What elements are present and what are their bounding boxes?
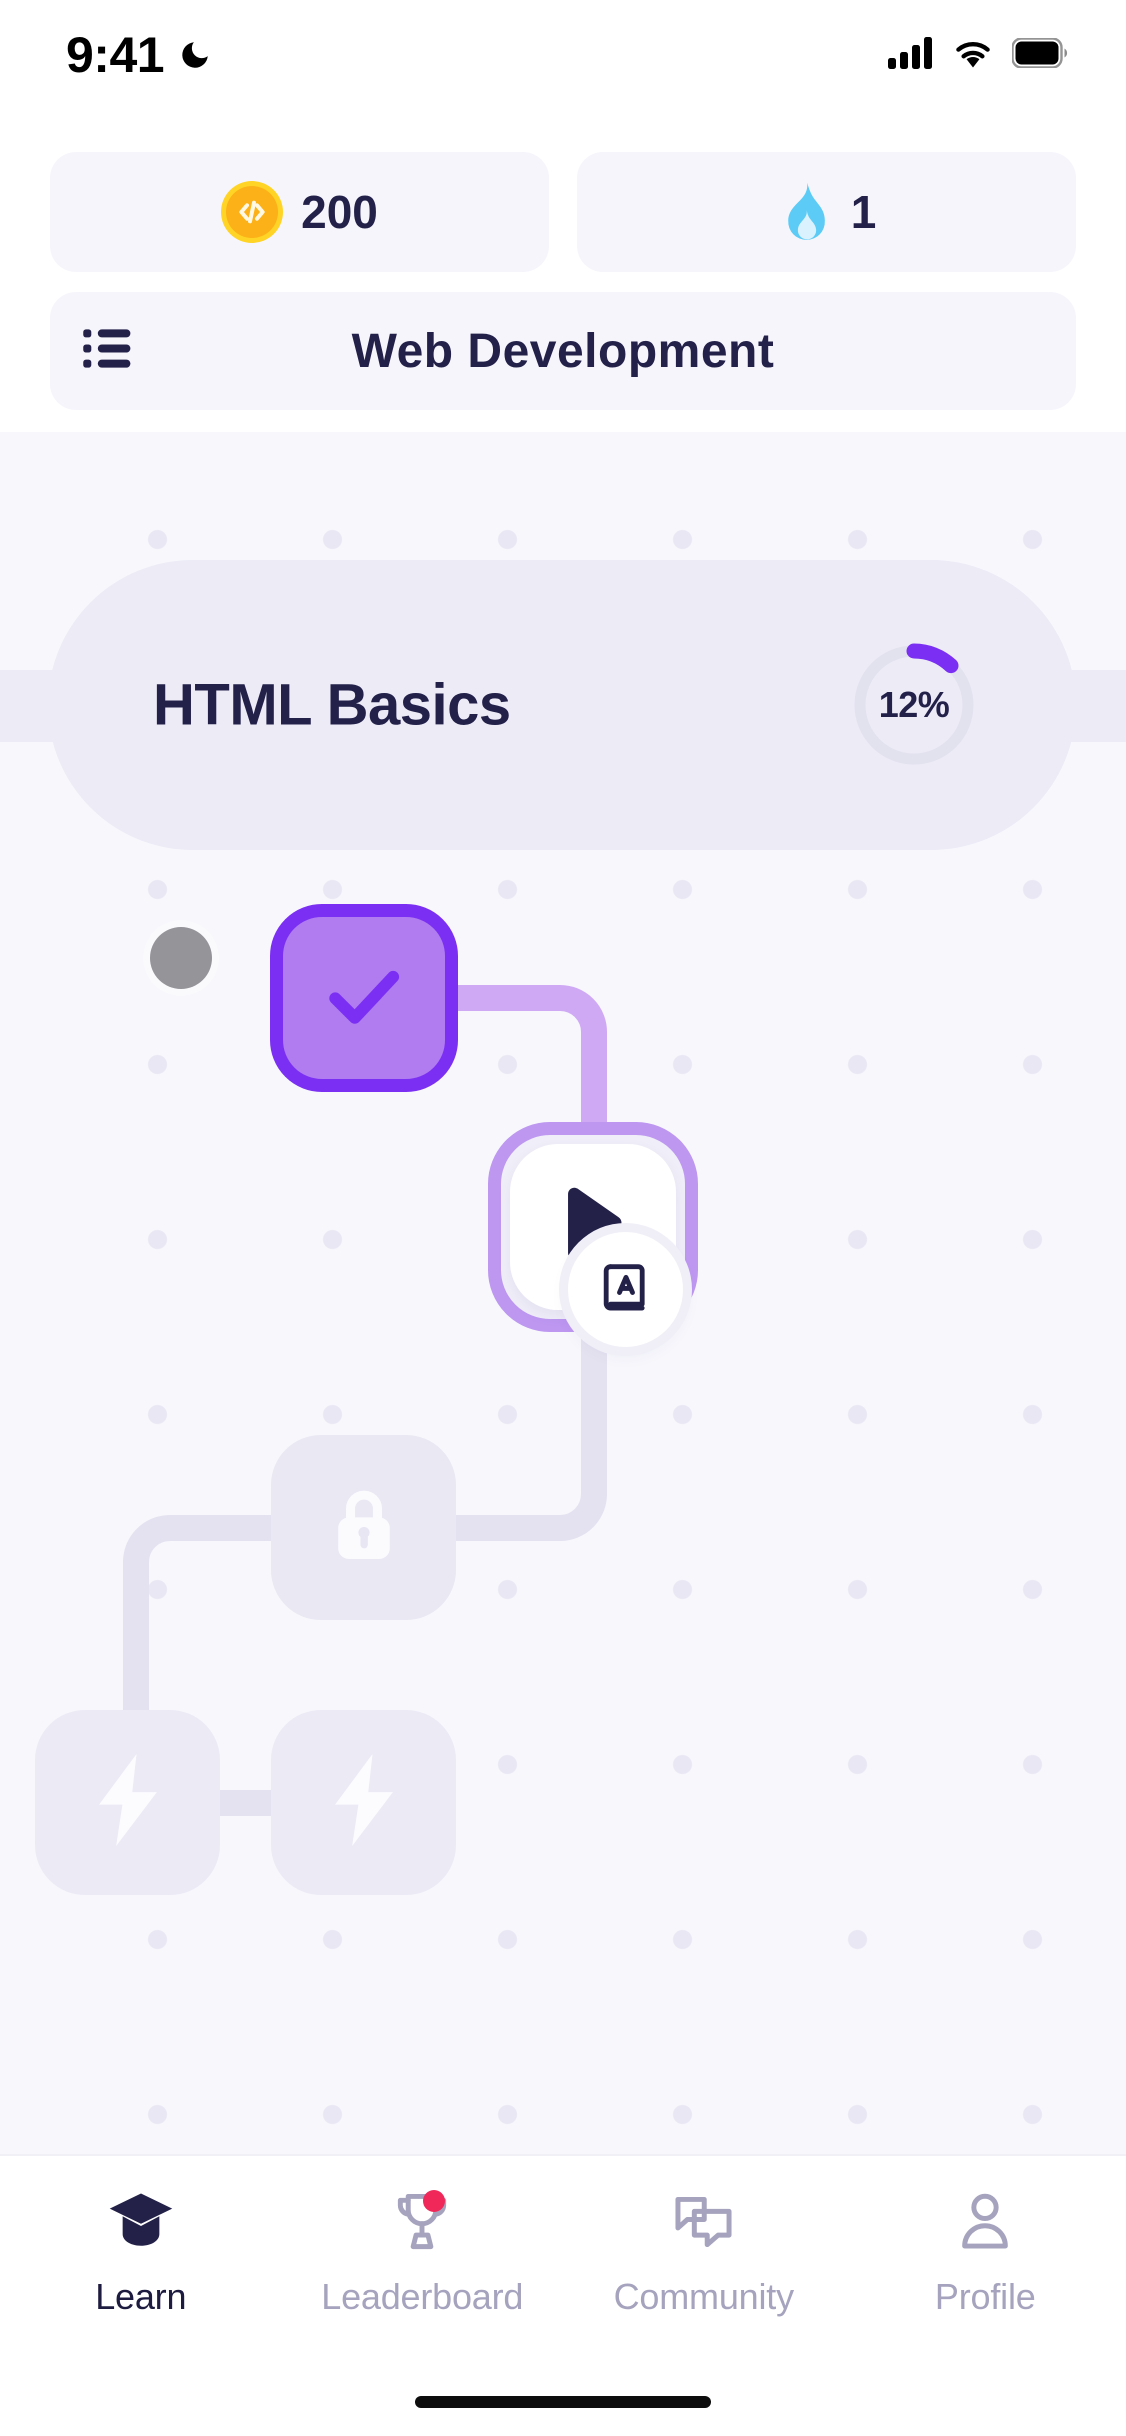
cellular-signal-icon [888,36,934,74]
unit-progress-label: 12% [878,684,950,725]
wifi-icon [951,37,995,74]
flame-icon [777,181,833,243]
course-title: Web Development [351,324,775,378]
battery-full-icon [1011,36,1068,73]
check-icon [318,950,410,1047]
coins-stat-pill[interactable]: 200 [50,152,549,272]
status-bar-left: 9:41 [66,26,212,84]
dictionary-fab-button[interactable] [568,1232,683,1347]
nav-tab-learn[interactable]: Learn [0,2156,282,2342]
status-time: 9:41 [66,27,165,83]
moon-icon [178,38,212,72]
learning-path-area[interactable]: HTML Basics 12% [0,432,1126,2154]
course-header-bar[interactable]: Web Development [50,292,1076,410]
lesson-node-bolt-right[interactable] [271,1710,456,1895]
bolt-icon [90,1754,166,1851]
nav-tab-leaderboard[interactable]: Leaderboard [282,2156,564,2342]
trophy-icon [389,2186,455,2258]
person-icon [954,2186,1016,2258]
dictionary-book-icon [597,1258,655,1321]
lesson-node-bolt-left[interactable] [35,1710,220,1895]
unit-title: HTML Basics [153,672,511,738]
status-bar-right [888,36,1068,74]
home-indicator [415,2396,711,2408]
lesson-node-completed[interactable] [270,904,458,1092]
list-menu-icon[interactable] [83,326,141,377]
status-bar: 9:41 [0,0,1126,110]
nav-label-community: Community [613,2276,794,2317]
user-avatar[interactable] [150,927,212,989]
streak-stat-pill[interactable]: 1 [577,152,1076,272]
nav-label-leaderboard: Leaderboard [321,2276,524,2317]
unit-progress-ring: 12% [850,641,978,769]
bolt-icon [326,1754,402,1851]
lock-icon [328,1484,400,1571]
graduation-cap-icon [106,2186,176,2258]
code-coin-icon [221,181,284,243]
nav-tab-profile[interactable]: Profile [845,2156,1126,2342]
bottom-nav-items: Learn Leaderboard Community Profile [0,2156,1126,2342]
nav-tab-community[interactable]: Community [563,2156,845,2342]
nav-label-profile: Profile [934,2276,1036,2317]
app-screen: 9:41 200 1 Web Development HTML Basics 1… [0,0,1126,2436]
bottom-navigation-bar: Learn Leaderboard Community Profile [0,2154,1126,2436]
streak-value: 1 [850,186,877,238]
nav-label-learn: Learn [95,2276,187,2317]
chat-bubbles-icon [670,2186,738,2258]
lesson-node-locked[interactable] [271,1435,456,1620]
top-stats-bar: 200 1 [0,152,1126,272]
unit-banner[interactable]: HTML Basics 12% [48,560,1076,850]
coins-value: 200 [301,186,378,238]
